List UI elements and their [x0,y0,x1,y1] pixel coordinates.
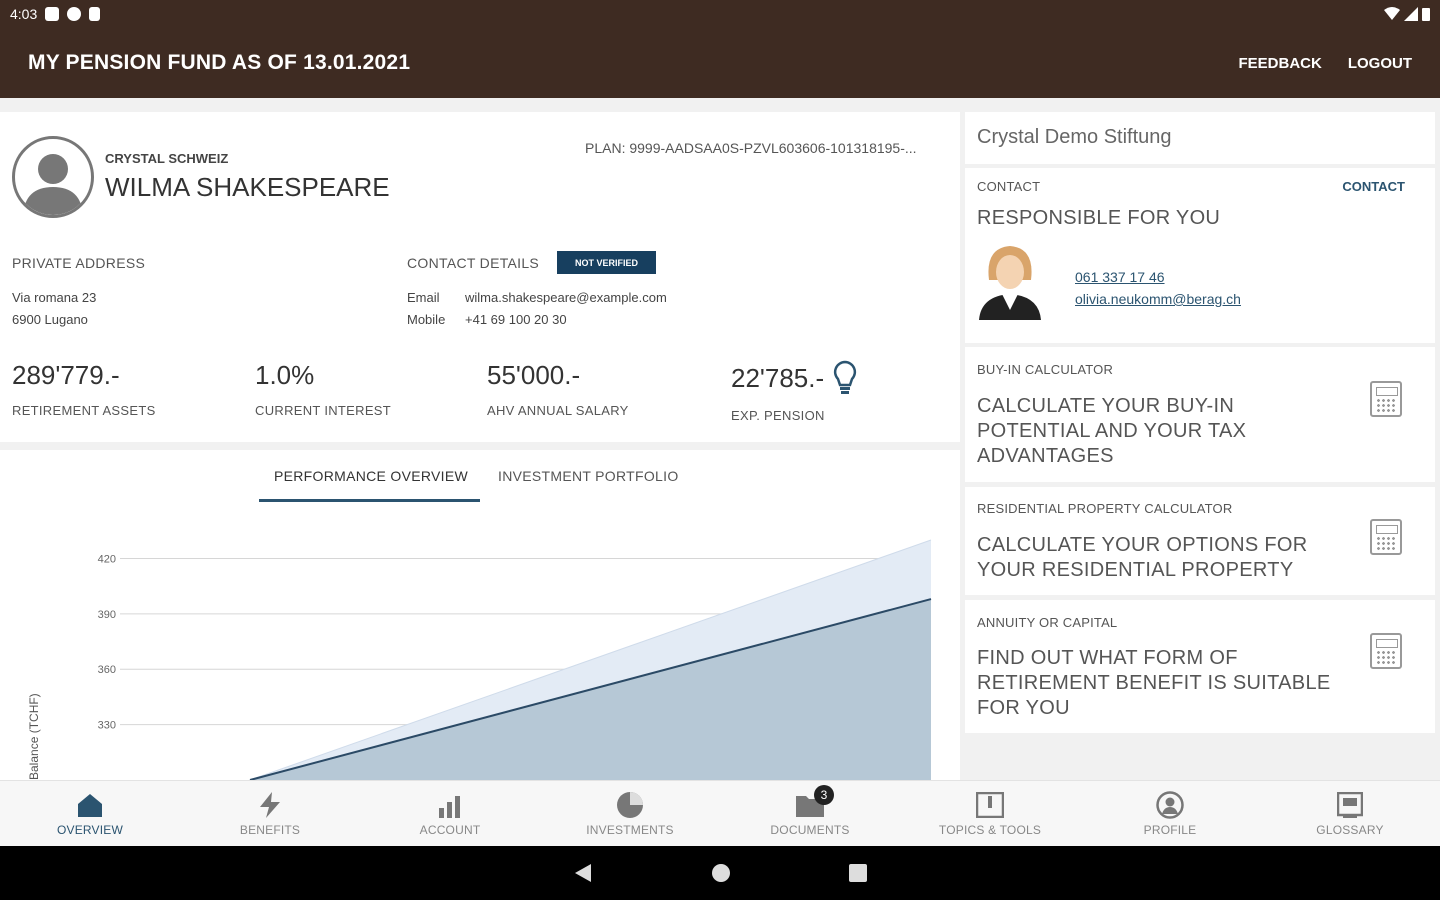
performance-chart: 420 390 360 330 Balance (TCHF) [27,539,932,780]
mobile-key: Mobile [407,312,446,327]
contact-card: CONTACT CONTACT RESPONSIBLE FOR YOU 061 … [965,168,1435,343]
system-navigation-bar [0,846,1440,900]
residential-description: CALCULATE YOUR OPTIONS FOR YOUR RESIDENT… [977,534,1308,581]
signal-icon [1404,7,1418,21]
nav-benefits[interactable]: BENEFITS [180,781,360,846]
y-tick-label: 420 [98,553,116,565]
y-tick-label: 360 [98,664,116,676]
pie-chart-icon [617,791,643,818]
nav-label: DOCUMENTS [770,822,850,837]
lightning-icon [260,791,280,818]
performance-card: PERFORMANCE OVERVIEW INVESTMENT PORTFOLI… [0,450,960,780]
profile-card: CRYSTAL SCHWEIZ WILMA SHAKESPEARE PLAN: … [0,112,960,442]
private-address-label: PRIVATE ADDRESS [12,255,146,271]
kpi-retirement-assets: 289'779.- RETIREMENT ASSETS [12,360,156,418]
advisor-email-link[interactable]: olivia.neukomm@berag.ch [1075,288,1241,310]
not-verified-badge: NOT VERIFIED [557,251,656,274]
battery-icon [1422,8,1430,21]
kpi-label: EXP. PENSION [731,408,825,423]
kpi-value: 55'000.- [487,360,581,390]
email-value: wilma.shakespeare@example.com [465,290,667,305]
nav-label: PROFILE [1143,822,1197,837]
nav-label: ACCOUNT [419,822,481,837]
insured-name: WILMA SHAKESPEARE [105,172,390,202]
kpi-value: 22'785.- [731,362,825,393]
app-notification-icon [67,7,82,21]
contact-details: Email wilma.shakespeare@example.com Mobil… [407,287,667,331]
nav-label: BENEFITS [239,822,301,837]
notification-icon [45,7,60,21]
annuity-description: FIND OUT WHAT FORM OF RETIREMENT BENEFIT… [977,647,1331,719]
nav-account[interactable]: ACCOUNT [360,781,540,846]
back-icon[interactable] [573,863,593,883]
kpi-label: RETIREMENT ASSETS [12,403,156,418]
email-key: Email [407,290,440,305]
calculator-icon [1370,381,1402,417]
sd-card-icon [89,7,101,21]
employer-name: CRYSTAL SCHWEIZ [105,151,229,166]
annuity-capital-card[interactable]: ANNUITY OR CAPITAL FIND OUT WHAT FORM OF… [965,600,1435,733]
residential-heading: RESIDENTIAL PROPERTY CALCULATOR [977,501,1233,516]
logout-button[interactable]: LOGOUT [1348,55,1412,72]
nav-label: TOPICS & TOOLS [938,822,1042,837]
kpi-label: AHV ANNUAL SALARY [487,403,629,418]
kpi-current-interest: 1.0% CURRENT INTEREST [255,360,391,418]
annuity-heading: ANNUITY OR CAPITAL [977,615,1118,630]
mobile-value: +41 69 100 20 30 [465,312,567,327]
glossary-icon [1337,791,1363,818]
calculator-icon [1370,633,1402,669]
advisor-phone-link[interactable]: 061 337 17 46 [1075,266,1241,288]
y-tick-label: 330 [98,720,116,732]
status-bar: 4:03 [0,0,1440,28]
contact-button[interactable]: CONTACT [1342,179,1405,194]
user-icon [1156,790,1184,819]
buyin-heading: BUY-IN CALCULATOR [977,362,1114,377]
nav-glossary[interactable]: GLOSSARY [1260,781,1440,846]
wifi-icon [1384,7,1400,20]
kpi-value: 1.0% [255,360,315,390]
y-axis-label: Balance (TCHF) [27,693,41,780]
residential-calculator-card[interactable]: RESIDENTIAL PROPERTY CALCULATOR CALCULAT… [965,487,1435,595]
nav-profile[interactable]: PROFILE [1080,781,1260,846]
nav-documents[interactable]: 3 DOCUMENTS [720,781,900,846]
home-circle-icon[interactable] [711,863,731,883]
status-time: 4:03 [10,6,38,22]
nav-label: GLOSSARY [1316,822,1384,837]
private-address: Via romana 23 6900 Lugano [12,287,96,331]
nav-label: OVERVIEW [56,822,124,837]
nav-topics-tools[interactable]: TOPICS & TOOLS [900,781,1080,846]
buyin-description: CALCULATE YOUR BUY-IN POTENTIAL AND YOUR… [977,395,1247,467]
address-line-2: 6900 Lugano [12,312,88,327]
foundation-name: Crystal Demo Stiftung [977,126,1172,148]
kpi-expected-pension[interactable]: 22'785.- EXP. PENSION [731,360,858,423]
recents-icon[interactable] [849,864,867,882]
kpi-value: 289'779.- [12,360,120,390]
contact-heading: CONTACT [977,179,1041,194]
book-icon [976,791,1004,818]
contact-details-label: CONTACT DETAILS [407,255,540,271]
kpi-label: CURRENT INTEREST [255,403,392,418]
foundation-card: Crystal Demo Stiftung [965,112,1435,164]
page-title: MY PENSION FUND AS OF 13.01.2021 [28,51,411,74]
lightbulb-icon[interactable] [832,360,858,396]
feedback-button[interactable]: FEEDBACK [1238,55,1321,72]
advisor-avatar-icon [979,246,1041,320]
plan-number: PLAN: 9999-AADSAA0S-PZVL603606-101318195… [585,140,917,156]
documents-count-badge: 3 [814,784,834,805]
bar-chart-icon [439,795,460,818]
buyin-calculator-card[interactable]: BUY-IN CALCULATOR CALCULATE YOUR BUY-IN … [965,347,1435,482]
address-line-1: Via romana 23 [12,290,97,305]
responsible-label: RESPONSIBLE FOR YOU [977,207,1221,229]
calculator-icon [1370,519,1402,555]
nav-investments[interactable]: INVESTMENTS [540,781,720,846]
nav-overview[interactable]: OVERVIEW [0,781,180,846]
kpi-ahv-salary: 55'000.- AHV ANNUAL SALARY [487,360,629,418]
bottom-navigation: OVERVIEW BENEFITS ACCOUNT INVESTMENTS 3 … [0,780,1440,846]
nav-label: INVESTMENTS [586,822,674,837]
y-tick-label: 390 [98,609,116,621]
home-icon [78,793,102,817]
app-bar: MY PENSION FUND AS OF 13.01.2021 FEEDBAC… [0,28,1440,98]
user-avatar-icon [12,136,94,218]
